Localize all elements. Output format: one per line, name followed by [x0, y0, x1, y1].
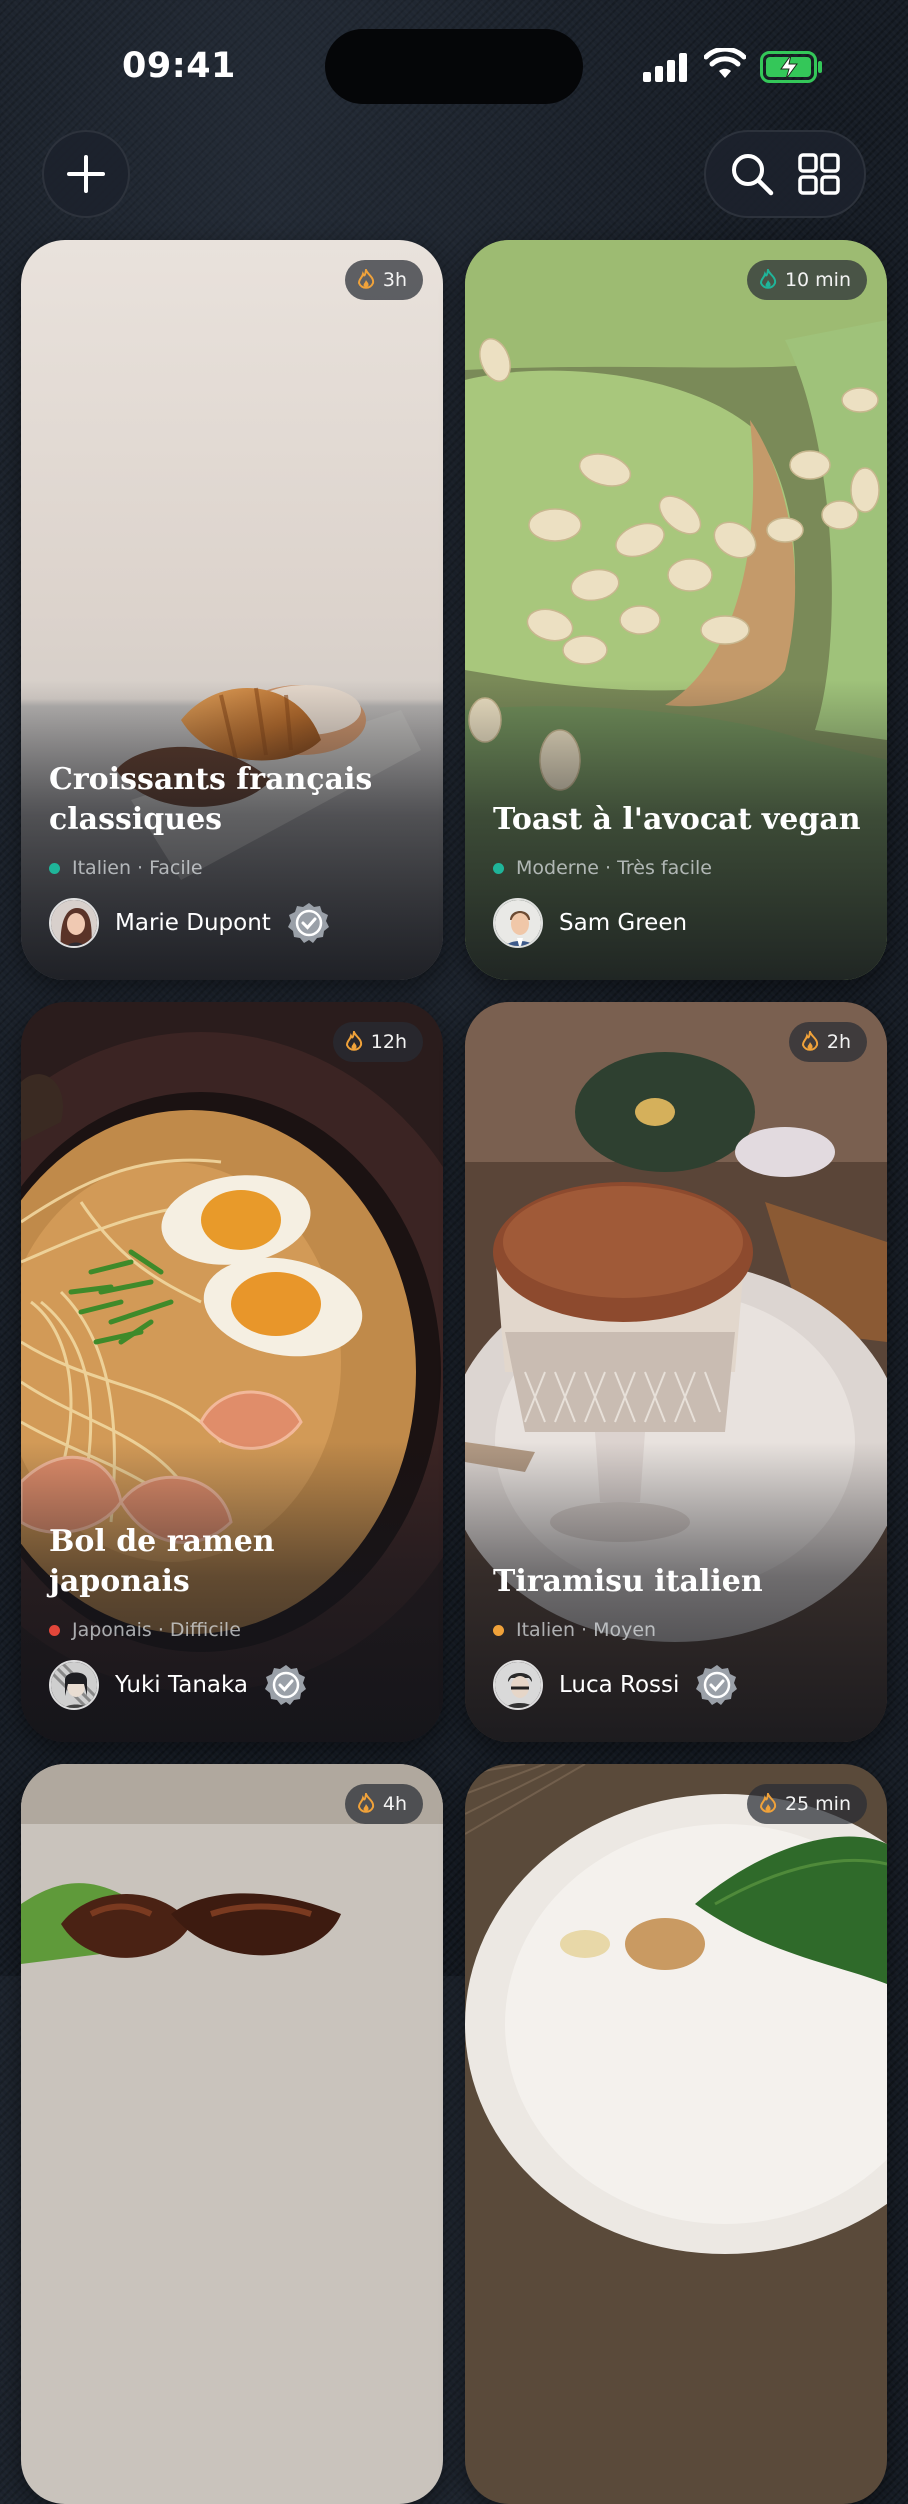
- cellular-signal-icon: [643, 52, 687, 82]
- verified-badge-icon: [287, 901, 331, 945]
- avatar: [493, 898, 543, 948]
- duration-text: 10 min: [784, 269, 851, 291]
- author-row[interactable]: Marie Dupont: [49, 898, 331, 948]
- flame-icon: [357, 269, 374, 289]
- wifi-icon: [704, 48, 746, 78]
- duration-badge: 2h: [788, 1022, 867, 1062]
- duration-text: 3h: [382, 269, 407, 291]
- author-row[interactable]: Sam Green: [493, 898, 687, 948]
- flame-icon: [759, 269, 777, 289]
- dynamic-island: [325, 29, 583, 104]
- recipe-card[interactable]: 10 min Toast à l'avocat vegan Moderne · …: [465, 240, 887, 980]
- recipe-meta-text: Italien · Moyen: [516, 1619, 657, 1641]
- recipe-meta: Italien · Moyen: [493, 1619, 656, 1641]
- author-row[interactable]: Yuki Tanaka: [49, 1660, 308, 1710]
- avatar: [49, 898, 99, 948]
- recipe-meta-text: Italien · Facile: [72, 857, 203, 879]
- recipe-card[interactable]: 25 min: [465, 1764, 887, 2504]
- author-name: Sam Green: [559, 910, 688, 936]
- recipe-card[interactable]: 12h Bol de ramen japonais Japonais · Dif…: [21, 1002, 443, 1742]
- duration-text: 2h: [826, 1031, 851, 1053]
- flame-icon: [801, 1031, 818, 1051]
- recipe-photo: [21, 1764, 443, 2504]
- cuisine-dot: [493, 862, 504, 874]
- flame-icon: [345, 1031, 362, 1051]
- recipe-card[interactable]: 4h: [21, 1764, 443, 2504]
- duration-badge: 12h: [332, 1022, 423, 1062]
- search-button[interactable]: [724, 146, 780, 202]
- recipe-title: Tiramisu italien: [493, 1564, 763, 1599]
- plus-icon: [67, 155, 105, 193]
- cuisine-dot: [49, 862, 60, 874]
- author-name: Luca Rossi: [559, 1672, 680, 1698]
- duration-badge: 10 min: [746, 260, 867, 300]
- recipe-meta-text: Japonais · Difficile: [72, 1619, 241, 1641]
- flame-icon: [357, 1793, 374, 1813]
- recipe-meta: Italien · Facile: [49, 857, 203, 879]
- recipe-meta: Moderne · Très facile: [493, 857, 712, 879]
- flame-icon: [759, 1793, 777, 1813]
- recipe-title: Bol de ramen japonais: [49, 1524, 275, 1599]
- recipe-title: Toast à l'avocat vegan: [493, 802, 861, 837]
- cuisine-dot: [49, 1624, 60, 1636]
- battery-charging-icon: [760, 51, 822, 83]
- author-row[interactable]: Luca Rossi: [493, 1660, 739, 1710]
- status-time: 09:41: [122, 46, 236, 86]
- duration-badge: 3h: [344, 260, 423, 300]
- add-recipe-button[interactable]: [42, 130, 130, 218]
- grid-view-button[interactable]: [791, 146, 847, 202]
- avatar: [49, 1660, 99, 1710]
- recipe-meta: Japonais · Difficile: [49, 1619, 241, 1641]
- avatar: [493, 1660, 543, 1710]
- grid-icon: [797, 153, 840, 195]
- duration-text: 4h: [382, 1793, 407, 1815]
- search-icon: [731, 154, 773, 196]
- duration-text: 12h: [370, 1031, 407, 1053]
- verified-badge-icon: [695, 1663, 739, 1707]
- recipe-title: Croissants français classiques: [49, 762, 373, 837]
- recipe-photo: [465, 1764, 887, 2504]
- cuisine-dot: [493, 1624, 504, 1636]
- recipe-card[interactable]: 2h Tiramisu italien Italien · Moyen Luca…: [465, 1002, 887, 1742]
- duration-text: 25 min: [784, 1793, 851, 1815]
- recipe-card[interactable]: 3h Croissants français classiques Italie…: [21, 240, 443, 980]
- duration-badge: 4h: [344, 1784, 423, 1824]
- verified-badge-icon: [264, 1663, 308, 1707]
- duration-badge: 25 min: [746, 1784, 867, 1824]
- recipe-meta-text: Moderne · Très facile: [516, 857, 712, 879]
- author-name: Marie Dupont: [115, 910, 271, 936]
- search-view-toggle-group: [704, 130, 866, 218]
- author-name: Yuki Tanaka: [115, 1672, 249, 1698]
